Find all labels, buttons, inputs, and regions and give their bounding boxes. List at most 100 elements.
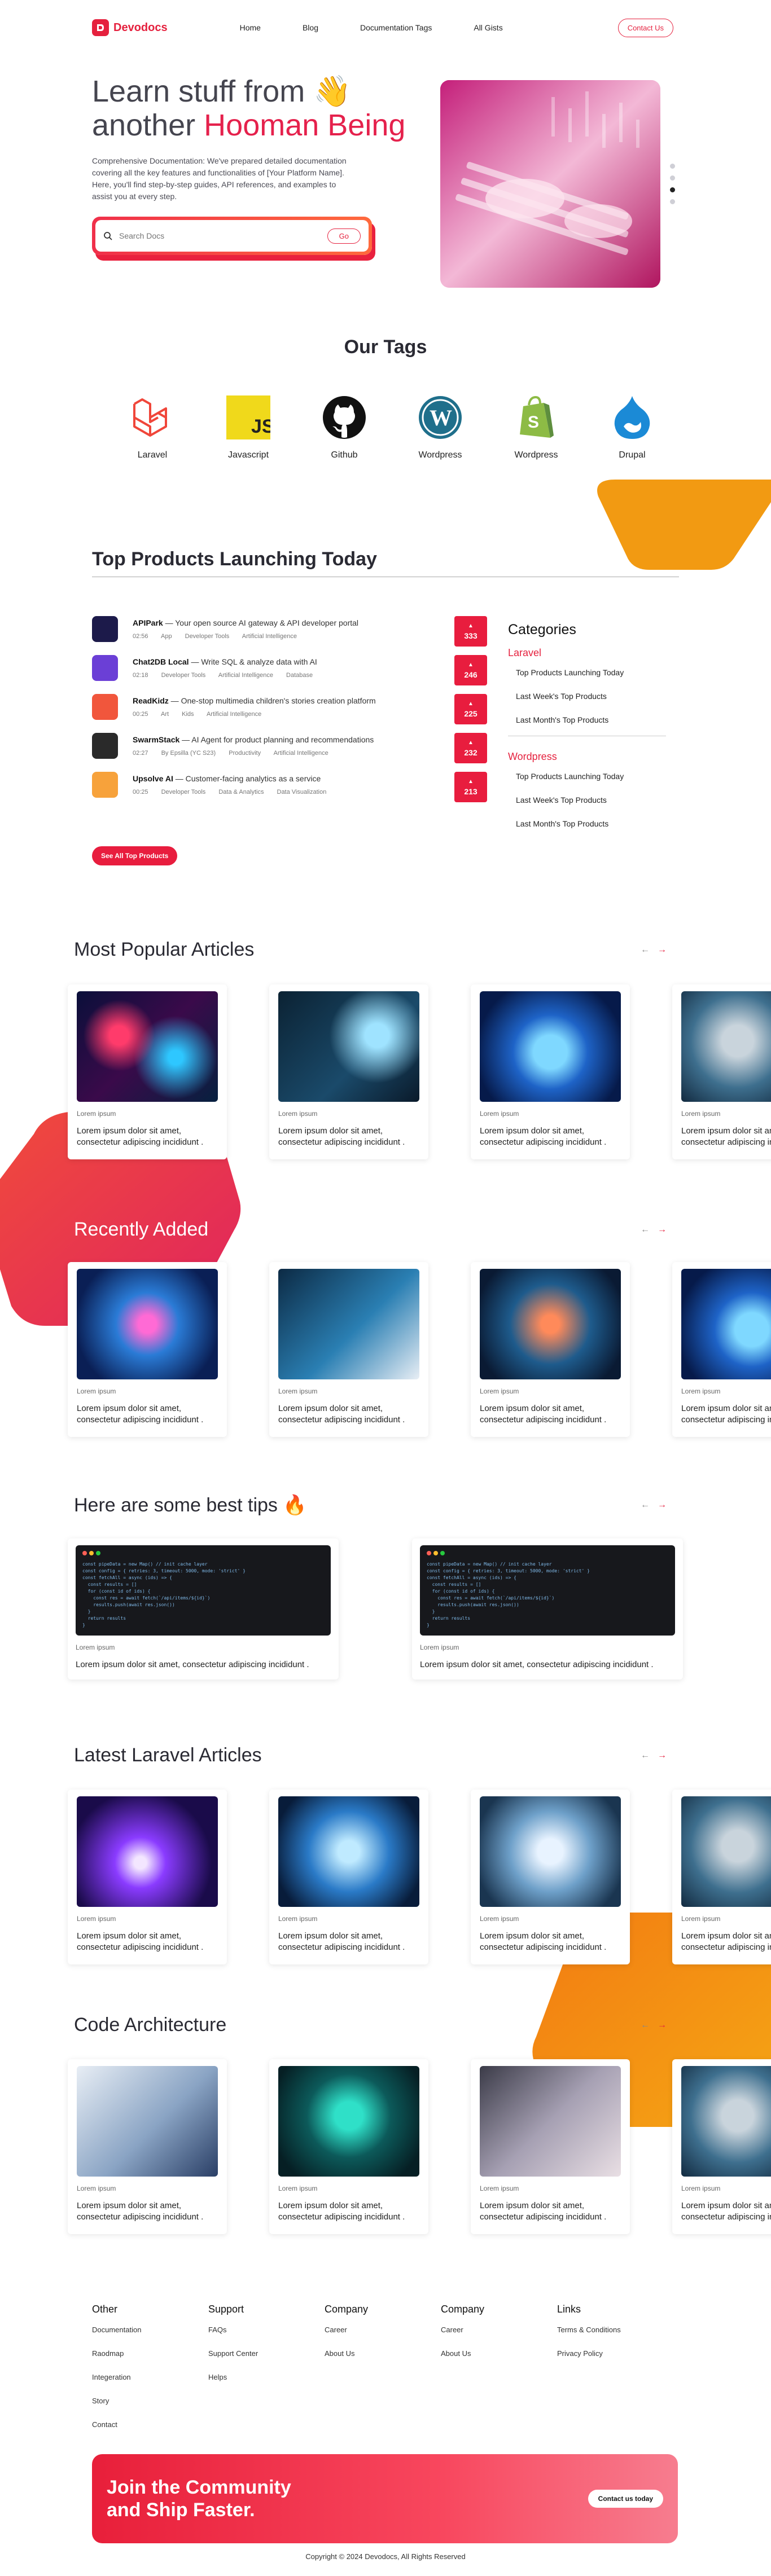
footer-link[interactable]: About Us bbox=[441, 2349, 557, 2358]
product-tag[interactable]: Database bbox=[286, 672, 313, 679]
arrow-left-icon[interactable]: ← bbox=[641, 2020, 650, 2030]
product-title[interactable]: ReadKidz bbox=[133, 696, 169, 705]
product-tag[interactable]: Data Visualization bbox=[277, 789, 327, 795]
arrow-right-icon[interactable]: → bbox=[658, 1500, 667, 1510]
category-link[interactable]: Last Month's Top Products bbox=[516, 819, 666, 828]
product-tag[interactable]: Artificial Intelligence bbox=[274, 750, 328, 757]
arrow-left-icon[interactable]: ← bbox=[641, 945, 650, 955]
nav-link-home[interactable]: Home bbox=[240, 23, 261, 32]
tag-wordpress[interactable]: W Wordpress bbox=[406, 395, 474, 460]
product-tag[interactable]: Developer Tools bbox=[161, 672, 206, 679]
product-tag[interactable]: Artificial Intelligence bbox=[218, 672, 273, 679]
tip-title[interactable]: Lorem ipsum dolor sit amet, consectetur … bbox=[420, 1659, 675, 1671]
article-title[interactable]: Lorem ipsum dolor sit amet, consectetur … bbox=[480, 1931, 621, 1953]
nav-link-all-gists[interactable]: All Gists bbox=[474, 23, 502, 32]
article-card[interactable]: Lorem ipsum Lorem ipsum dolor sit amet, … bbox=[269, 2059, 428, 2234]
article-card[interactable]: Lorem ipsum Lorem ipsum dolor sit amet, … bbox=[672, 1262, 771, 1437]
tag-github[interactable]: Github bbox=[310, 395, 378, 460]
logo[interactable]: Devodocs bbox=[92, 19, 168, 36]
article-title[interactable]: Lorem ipsum dolor sit amet, consectetur … bbox=[278, 2200, 419, 2223]
tip-card[interactable]: const pipeData = new Map() // init cache… bbox=[412, 1538, 683, 1680]
article-title[interactable]: Lorem ipsum dolor sit amet, consectetur … bbox=[681, 2200, 771, 2223]
footer-link[interactable]: Career bbox=[441, 2326, 557, 2334]
category-link[interactable]: Top Products Launching Today bbox=[516, 668, 666, 677]
article-card[interactable]: Lorem ipsum Lorem ipsum dolor sit amet, … bbox=[672, 2059, 771, 2234]
article-title[interactable]: Lorem ipsum dolor sit amet, consectetur … bbox=[77, 2200, 218, 2223]
arrow-right-icon[interactable]: → bbox=[658, 1751, 667, 1761]
product-title[interactable]: Upsolve AI bbox=[133, 774, 173, 783]
upvote-button[interactable]: ▲ 232 bbox=[454, 733, 487, 763]
article-title[interactable]: Lorem ipsum dolor sit amet, consectetur … bbox=[278, 1126, 419, 1148]
category-link[interactable]: Top Products Launching Today bbox=[516, 772, 666, 781]
category-link[interactable]: Last Month's Top Products bbox=[516, 715, 666, 724]
carousel-dot[interactable] bbox=[670, 164, 675, 169]
footer-link[interactable]: About Us bbox=[325, 2349, 441, 2358]
article-title[interactable]: Lorem ipsum dolor sit amet, consectetur … bbox=[278, 1403, 419, 1426]
upvote-button[interactable]: ▲ 225 bbox=[454, 694, 487, 724]
footer-link[interactable]: Support Center bbox=[208, 2349, 325, 2358]
search-input[interactable] bbox=[119, 231, 321, 240]
see-all-products-button[interactable]: See All Top Products bbox=[92, 846, 178, 865]
footer-link[interactable]: Story bbox=[92, 2397, 208, 2405]
product-title[interactable]: Chat2DB Local bbox=[133, 657, 189, 666]
arrow-right-icon[interactable]: → bbox=[658, 2020, 667, 2030]
product-tag[interactable]: Artificial Intelligence bbox=[242, 633, 297, 640]
upvote-button[interactable]: ▲ 246 bbox=[454, 655, 487, 685]
tip-card[interactable]: const pipeData = new Map() // init cache… bbox=[68, 1538, 339, 1680]
tag-javascript[interactable]: JS Javascript bbox=[214, 395, 282, 460]
article-title[interactable]: Lorem ipsum dolor sit amet, consectetur … bbox=[77, 1126, 218, 1148]
arrow-left-icon[interactable]: ← bbox=[641, 1500, 650, 1510]
footer-link[interactable]: Integeration bbox=[92, 2373, 208, 2381]
article-title[interactable]: Lorem ipsum dolor sit amet, consectetur … bbox=[77, 1931, 218, 1953]
contact-us-button[interactable]: Contact Us bbox=[617, 18, 673, 37]
tag-drupal[interactable]: Drupal bbox=[598, 395, 666, 460]
category-group-wordpress[interactable]: Wordpress bbox=[508, 751, 666, 763]
category-link[interactable]: Last Week's Top Products bbox=[516, 795, 666, 805]
footer-link[interactable]: Helps bbox=[208, 2373, 325, 2381]
article-card[interactable]: Lorem ipsum Lorem ipsum dolor sit amet, … bbox=[672, 1790, 771, 1964]
nav-link-documentation-tags[interactable]: Documentation Tags bbox=[360, 23, 432, 32]
product-tag[interactable]: Developer Tools bbox=[185, 633, 230, 640]
footer-link[interactable]: Career bbox=[325, 2326, 441, 2334]
article-card[interactable]: Lorem ipsum Lorem ipsum dolor sit amet, … bbox=[269, 984, 428, 1159]
article-card[interactable]: Lorem ipsum Lorem ipsum dolor sit amet, … bbox=[471, 2059, 630, 2234]
product-tag[interactable]: Developer Tools bbox=[161, 789, 206, 795]
product-tag[interactable]: Artificial Intelligence bbox=[207, 711, 261, 718]
article-card[interactable]: Lorem ipsum Lorem ipsum dolor sit amet, … bbox=[269, 1790, 428, 1964]
article-card[interactable]: Lorem ipsum Lorem ipsum dolor sit amet, … bbox=[471, 984, 630, 1159]
product-title[interactable]: APIPark bbox=[133, 618, 163, 627]
product-tag[interactable]: Productivity bbox=[229, 750, 261, 757]
nav-link-blog[interactable]: Blog bbox=[303, 23, 318, 32]
article-title[interactable]: Lorem ipsum dolor sit amet, consectetur … bbox=[681, 1403, 771, 1426]
product-tag[interactable]: App bbox=[161, 633, 172, 640]
footer-link[interactable]: Documentation bbox=[92, 2326, 208, 2334]
upvote-button[interactable]: ▲ 213 bbox=[454, 772, 487, 802]
tag-shopify[interactable]: S Wordpress bbox=[502, 395, 570, 460]
article-title[interactable]: Lorem ipsum dolor sit amet, consectetur … bbox=[480, 1403, 621, 1426]
upvote-button[interactable]: ▲ 333 bbox=[454, 616, 487, 647]
article-title[interactable]: Lorem ipsum dolor sit amet, consectetur … bbox=[278, 1931, 419, 1953]
article-title[interactable]: Lorem ipsum dolor sit amet, consectetur … bbox=[681, 1931, 771, 1953]
footer-link[interactable]: FAQs bbox=[208, 2326, 325, 2334]
article-card[interactable]: Lorem ipsum Lorem ipsum dolor sit amet, … bbox=[471, 1262, 630, 1437]
article-card[interactable]: Lorem ipsum Lorem ipsum dolor sit amet, … bbox=[68, 1790, 227, 1964]
product-row[interactable]: SwarmStack — AI Agent for product planni… bbox=[92, 733, 487, 772]
search-go-button[interactable]: Go bbox=[327, 228, 361, 244]
article-title[interactable]: Lorem ipsum dolor sit amet, consectetur … bbox=[681, 1126, 771, 1148]
article-card[interactable]: Lorem ipsum Lorem ipsum dolor sit amet, … bbox=[68, 1262, 227, 1437]
product-row[interactable]: APIPark — Your open source AI gateway & … bbox=[92, 616, 487, 655]
arrow-right-icon[interactable]: → bbox=[658, 1225, 667, 1235]
footer-link[interactable]: Contact bbox=[92, 2420, 208, 2429]
contact-us-today-button[interactable]: Contact us today bbox=[588, 2490, 663, 2508]
article-card[interactable]: Lorem ipsum Lorem ipsum dolor sit amet, … bbox=[68, 2059, 227, 2234]
footer-link[interactable]: Privacy Policy bbox=[557, 2349, 673, 2358]
product-row[interactable]: Upsolve AI — Customer-facing analytics a… bbox=[92, 772, 487, 811]
article-card[interactable]: Lorem ipsum Lorem ipsum dolor sit amet, … bbox=[68, 984, 227, 1159]
product-row[interactable]: ReadKidz — One-stop multimedia children'… bbox=[92, 694, 487, 733]
article-title[interactable]: Lorem ipsum dolor sit amet, consectetur … bbox=[77, 1403, 218, 1426]
carousel-dot[interactable] bbox=[670, 175, 675, 181]
tip-title[interactable]: Lorem ipsum dolor sit amet, consectetur … bbox=[76, 1659, 331, 1671]
carousel-dot-active[interactable] bbox=[670, 187, 675, 192]
article-card[interactable]: Lorem ipsum Lorem ipsum dolor sit amet, … bbox=[269, 1262, 428, 1437]
arrow-left-icon[interactable]: ← bbox=[641, 1225, 650, 1235]
